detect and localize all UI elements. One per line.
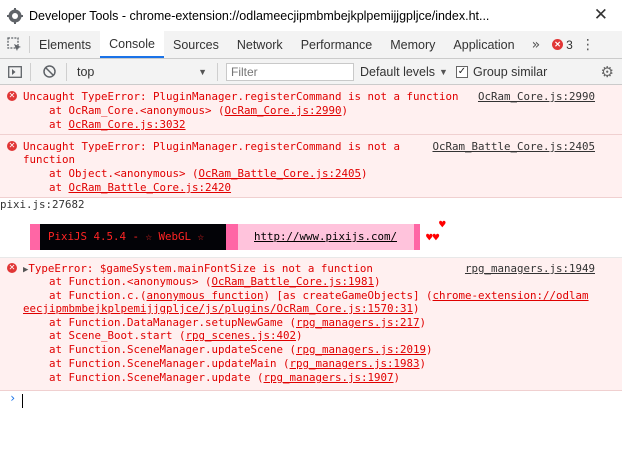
stack-link[interactable]: chrome-extension://odlam [433,289,589,302]
levels-dropdown-icon: ▼ [439,66,448,77]
error-x-icon: ✕ [552,39,564,50]
stack-frame: at Scene_Boot.start (rpg_scenes.js:402) [23,329,303,342]
error-count: 3 [566,37,573,52]
toolbar-divider [30,62,31,81]
stack-link[interactable]: OcRam_Battle_Core.js:1981 [212,275,375,288]
group-similar-toggle[interactable]: ✓ Group similar [455,64,548,79]
clear-console-icon[interactable] [43,65,56,78]
tab-network[interactable]: Network [228,31,292,58]
group-similar-checkbox[interactable]: ✓ [455,65,468,78]
stack-link[interactable]: OcRam_Core.js:3032 [69,118,186,131]
source-link[interactable]: pixi.js:27682 [0,198,85,211]
stack-frame: eecjipmbmbejkplpemijjgpljce/js/plugins/O… [23,302,420,315]
stack-frame: at Function.SceneManager.updateMain (rpg… [23,357,427,370]
stack-link[interactable]: rpg_scenes.js:402 [186,329,297,342]
toolbar-divider [66,62,67,81]
stack-link[interactable]: OcRam_Battle_Core.js:2420 [69,181,232,194]
console-error-message: ✕ Uncaught TypeError: PluginManager.regi… [0,85,622,135]
banner-pink-left [30,224,40,250]
banner-pink-right [414,224,420,250]
context-dropdown-icon: ▼ [198,66,207,77]
banner-text: PixiJS 4.5.4 - ☆ WebGL ☆ [48,230,205,243]
tab-console[interactable]: Console [100,31,164,58]
console-log: ✕ Uncaught TypeError: PluginManager.regi… [0,85,622,459]
group-similar-label: Group similar [472,64,548,79]
close-window-icon[interactable]: ✕ [594,5,608,25]
tab-memory[interactable]: Memory [381,31,444,58]
console-error-message: ✕ Uncaught TypeError: PluginManager.regi… [0,135,622,198]
stack-link[interactable]: anonymous function [147,289,264,302]
more-tabs-chevron-icon[interactable]: » [524,31,549,58]
error-count-badge[interactable]: ✕ 3 [548,31,573,58]
context-value: top [77,64,95,79]
console-toolbar: top ▼ Default levels ▼ ✓ Group similar ⚙ [0,59,622,85]
prompt-chevron-icon: › [9,391,17,405]
hearts-icon: ♥♥ [426,231,440,244]
error-icon: ✕ [7,91,17,101]
stack-link[interactable]: rpg_managers.js:217 [296,316,420,329]
tab-application[interactable]: Application [444,31,523,58]
stack-frame: at OcRam_Core.<anonymous> (OcRam_Core.js… [23,104,349,117]
error-icon: ✕ [7,141,17,151]
error-text-continued: function [23,153,76,166]
stack-frame: at OcRam_Battle_Core.js:2420 [23,181,232,194]
source-link[interactable]: rpg_managers.js:1949 [465,262,595,275]
stack-link[interactable]: OcRam_Core.js:2990 [225,104,342,117]
window-titlebar: Developer Tools - chrome-extension://odl… [0,0,622,31]
stack-link[interactable]: OcRam_Battle_Core.js:2405 [199,167,362,180]
levels-label: Default levels [360,64,436,79]
stack-frame: at OcRam_Core.js:3032 [23,118,186,131]
tab-performance[interactable]: Performance [292,31,382,58]
console-prompt[interactable]: › [0,391,622,421]
stack-link[interactable]: rpg_managers.js:2019 [296,343,426,356]
error-text: Uncaught TypeError: PluginManager.regist… [23,90,459,103]
text-cursor [22,394,23,408]
stack-link[interactable]: rpg_managers.js:1983 [290,357,420,370]
stack-frame: at Object.<anonymous> (OcRam_Battle_Core… [23,167,368,180]
source-link[interactable]: OcRam_Core.js:2990 [478,90,595,103]
inspect-element-icon[interactable] [0,36,30,53]
heart-icon: ♥ [439,218,446,231]
console-log-message: pixi.js:27682 PixiJS 4.5.4 - ☆ WebGL ☆ h… [0,198,622,258]
filter-input[interactable] [226,62,354,81]
stack-frame: at Function.SceneManager.updateScene (rp… [23,343,433,356]
tab-sources[interactable]: Sources [164,31,228,58]
error-icon: ✕ [7,263,17,273]
banner-url-link[interactable]: http://www.pixijs.com/ [254,230,397,243]
window-title: Developer Tools - chrome-extension://odl… [29,8,490,23]
stack-frame: at Function.DataManager.setupNewGame (rp… [23,316,427,329]
devtools-tabbar: Elements Console Sources Network Perform… [0,31,622,59]
log-levels-dropdown[interactable]: Default levels ▼ [360,65,448,79]
banner-pink-mid [226,224,238,250]
console-error-message: ✕ ▶TypeError: $gameSystem.mainFontSize i… [0,258,622,391]
stack-link[interactable]: rpg_managers.js:1907 [264,371,394,384]
source-link[interactable]: OcRam_Battle_Core.js:2405 [432,140,595,153]
console-settings-gear-icon[interactable]: ⚙ [601,63,614,81]
kebab-menu-icon[interactable]: ⋮ [573,31,601,58]
context-selector[interactable]: top ▼ [71,65,213,79]
show-sidebar-icon[interactable] [8,65,22,78]
devtools-gear-icon [7,7,23,24]
stack-frame: at Function.SceneManager.update (rpg_man… [23,371,401,384]
tab-elements[interactable]: Elements [30,31,100,58]
error-text: Uncaught TypeError: PluginManager.regist… [23,140,401,153]
stack-link[interactable]: eecjipmbmbejkplpemijjgpljce/js/plugins/O… [23,302,413,315]
toolbar-divider [217,62,218,81]
stack-frame: at Function.c.(anonymous function) [as c… [23,289,589,302]
stack-frame: at Function.<anonymous> (OcRam_Battle_Co… [23,275,381,288]
